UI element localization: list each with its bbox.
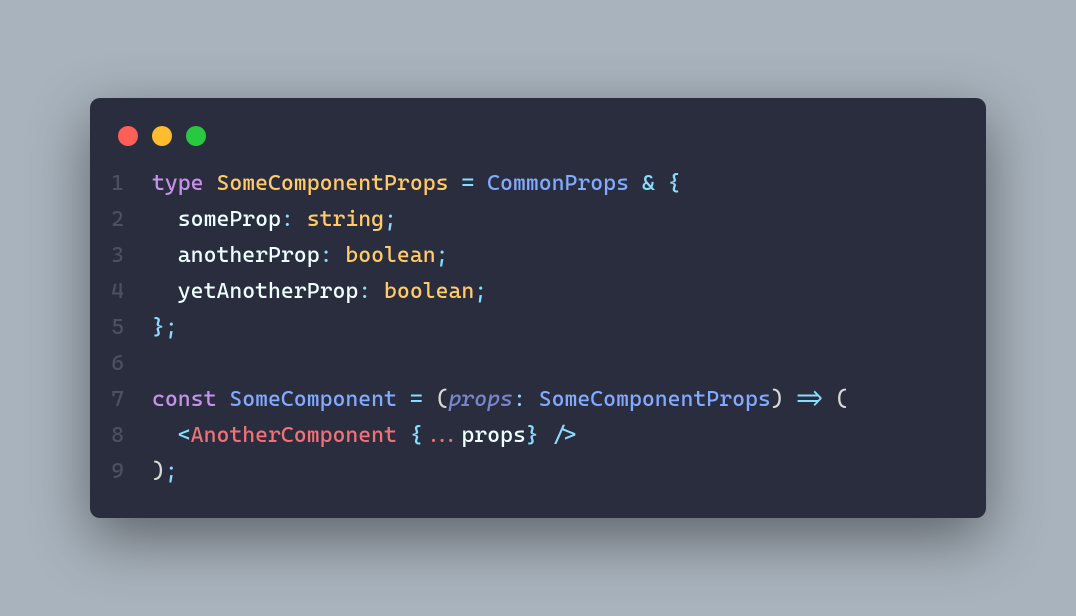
line-content[interactable]: const SomeComponent = (props: SomeCompon… bbox=[152, 382, 986, 418]
code-token: someProp bbox=[178, 207, 281, 232]
code-token: CommonProps bbox=[487, 171, 629, 196]
code-token: ( bbox=[436, 387, 449, 412]
code-token: /> bbox=[552, 423, 578, 448]
code-token: : bbox=[320, 243, 333, 268]
code-token: string bbox=[307, 207, 384, 232]
code-line[interactable]: 5}; bbox=[90, 310, 986, 346]
line-content[interactable]: anotherProp: boolean; bbox=[152, 238, 986, 274]
code-token: SomeComponent bbox=[229, 387, 397, 412]
code-token: props bbox=[461, 423, 525, 448]
code-line[interactable]: 8 <AnotherComponent {...props} /> bbox=[90, 418, 986, 454]
code-line[interactable]: 3 anotherProp: boolean; bbox=[90, 238, 986, 274]
line-number: 8 bbox=[90, 418, 152, 454]
code-token: ; bbox=[165, 459, 178, 484]
code-token bbox=[822, 387, 835, 412]
code-token bbox=[152, 207, 178, 232]
line-number: 7 bbox=[90, 382, 152, 418]
code-token: ) bbox=[152, 459, 165, 484]
code-token bbox=[784, 387, 797, 412]
line-number: 1 bbox=[90, 166, 152, 202]
code-token: ; bbox=[474, 279, 487, 304]
code-token: = bbox=[410, 387, 423, 412]
line-number: 3 bbox=[90, 238, 152, 274]
code-token: ... bbox=[423, 423, 462, 448]
window-titlebar bbox=[90, 122, 986, 166]
code-token: SomeComponentProps bbox=[539, 387, 771, 412]
code-token: : bbox=[358, 279, 371, 304]
code-token: & bbox=[642, 171, 655, 196]
code-token bbox=[526, 387, 539, 412]
line-content[interactable] bbox=[152, 346, 986, 382]
line-number: 5 bbox=[90, 310, 152, 346]
code-token bbox=[294, 207, 307, 232]
code-token bbox=[371, 279, 384, 304]
code-token: boolean bbox=[345, 243, 435, 268]
code-token: SomeComponentProps bbox=[216, 171, 448, 196]
code-token: const bbox=[152, 387, 216, 412]
line-number: 2 bbox=[90, 202, 152, 238]
code-token bbox=[655, 171, 668, 196]
code-token bbox=[423, 387, 436, 412]
code-line[interactable]: 7const SomeComponent = (props: SomeCompo… bbox=[90, 382, 986, 418]
code-token bbox=[204, 171, 217, 196]
code-token bbox=[539, 423, 552, 448]
code-token bbox=[216, 387, 229, 412]
code-token: => bbox=[797, 387, 823, 412]
code-line[interactable]: 6 bbox=[90, 346, 986, 382]
code-line[interactable]: 9); bbox=[90, 454, 986, 490]
code-token: } bbox=[526, 423, 539, 448]
code-token: AnotherComponent bbox=[191, 423, 397, 448]
line-content[interactable]: someProp: string; bbox=[152, 202, 986, 238]
line-number: 6 bbox=[90, 346, 152, 382]
line-content[interactable]: yetAnotherProp: boolean; bbox=[152, 274, 986, 310]
code-token bbox=[152, 279, 178, 304]
code-token: yetAnotherProp bbox=[178, 279, 358, 304]
code-token: { bbox=[410, 423, 423, 448]
minimize-icon[interactable] bbox=[152, 126, 172, 146]
code-token bbox=[152, 243, 178, 268]
code-token: } bbox=[152, 315, 165, 340]
code-token: props bbox=[448, 387, 512, 412]
code-token: ) bbox=[771, 387, 784, 412]
code-editor[interactable]: 1type SomeComponentProps = CommonProps &… bbox=[90, 166, 986, 490]
code-token bbox=[332, 243, 345, 268]
code-token: type bbox=[152, 171, 204, 196]
code-line[interactable]: 4 yetAnotherProp: boolean; bbox=[90, 274, 986, 310]
code-token: ; bbox=[436, 243, 449, 268]
code-token: = bbox=[461, 171, 474, 196]
code-line[interactable]: 2 someProp: string; bbox=[90, 202, 986, 238]
code-token: ; bbox=[165, 315, 178, 340]
code-token: ; bbox=[384, 207, 397, 232]
code-token: boolean bbox=[384, 279, 474, 304]
code-token: : bbox=[513, 387, 526, 412]
code-token: ( bbox=[835, 387, 848, 412]
line-number: 9 bbox=[90, 454, 152, 490]
line-content[interactable]: <AnotherComponent {...props} /> bbox=[152, 418, 986, 454]
code-token: anotherProp bbox=[178, 243, 320, 268]
code-token: : bbox=[281, 207, 294, 232]
code-token: < bbox=[178, 423, 191, 448]
line-content[interactable]: ); bbox=[152, 454, 986, 490]
code-token: { bbox=[668, 171, 681, 196]
code-window: 1type SomeComponentProps = CommonProps &… bbox=[90, 98, 986, 518]
line-number: 4 bbox=[90, 274, 152, 310]
code-line[interactable]: 1type SomeComponentProps = CommonProps &… bbox=[90, 166, 986, 202]
code-token bbox=[448, 171, 461, 196]
code-token bbox=[474, 171, 487, 196]
code-token bbox=[397, 387, 410, 412]
line-content[interactable]: }; bbox=[152, 310, 986, 346]
code-token bbox=[629, 171, 642, 196]
zoom-icon[interactable] bbox=[186, 126, 206, 146]
code-token bbox=[397, 423, 410, 448]
line-content[interactable]: type SomeComponentProps = CommonProps & … bbox=[152, 166, 986, 202]
close-icon[interactable] bbox=[118, 126, 138, 146]
code-token bbox=[152, 423, 178, 448]
